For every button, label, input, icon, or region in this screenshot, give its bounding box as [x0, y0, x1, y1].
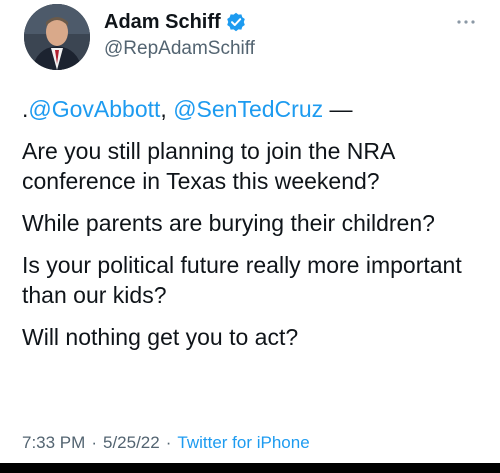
meta-separator: ·: [165, 433, 172, 452]
mention-link-sentedcruz[interactable]: @SenTedCruz: [173, 96, 323, 122]
tweet-date[interactable]: 5/25/22: [103, 433, 160, 452]
profile-photo-icon: [24, 4, 90, 70]
author-display-name[interactable]: Adam Schiff: [104, 10, 221, 34]
author-name-row[interactable]: Adam Schiff: [104, 10, 246, 34]
tweet-source-link[interactable]: Twitter for iPhone: [177, 433, 309, 452]
meta-separator: ·: [91, 433, 97, 452]
tweet-paragraph: Is your political future really more imp…: [22, 252, 462, 308]
author-avatar[interactable]: [24, 4, 90, 70]
verified-badge-icon: [226, 12, 246, 32]
bottom-edge-bar: [0, 463, 500, 473]
tweet-paragraph: Are you still planning to join the NRA c…: [22, 138, 395, 194]
tweet-paragraph: Will nothing get you to act?: [22, 324, 299, 350]
more-options-icon[interactable]: [454, 14, 478, 24]
mention-link-govabbott[interactable]: @GovAbbott: [28, 96, 160, 122]
tweet-text-dash: —: [323, 96, 353, 122]
tweet-time[interactable]: 7:33 PM: [22, 433, 85, 452]
tweet-paragraph-mentions: .@GovAbbott, @SenTedCruz —: [22, 94, 482, 124]
tweet-text-separator: ,: [160, 96, 174, 122]
tweet-metadata: 7:33 PM · 5/25/22 · Twitter for iPhone: [22, 432, 310, 454]
tweet-paragraph: While parents are burying their children…: [22, 210, 435, 236]
author-handle[interactable]: @RepAdamSchiff: [104, 37, 255, 61]
tweet-text: .@GovAbbott, @SenTedCruz — Are you still…: [22, 94, 482, 364]
